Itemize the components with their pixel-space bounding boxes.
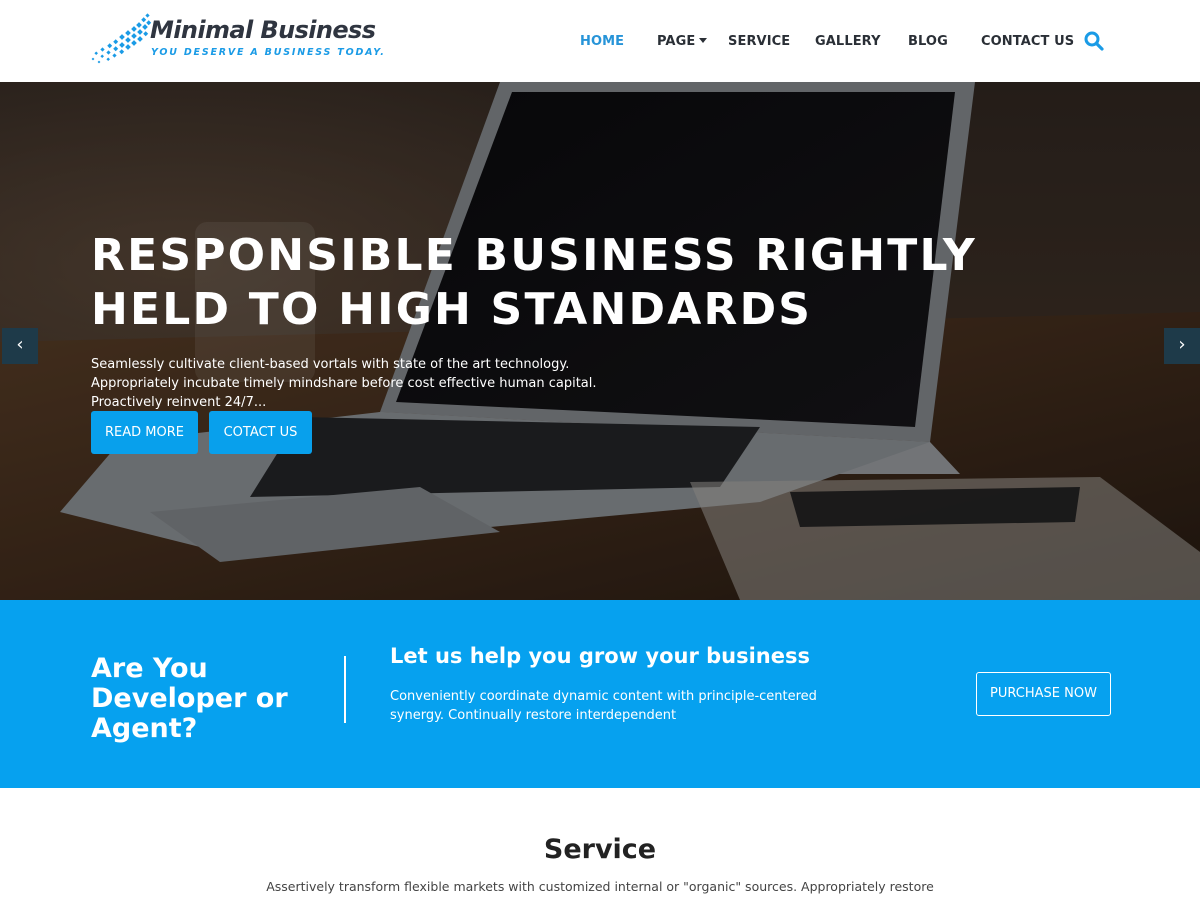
chevron-right-icon: › (1178, 334, 1186, 355)
logo-mark-icon (91, 13, 152, 64)
cta-divider (344, 656, 346, 723)
hero-title: RESPONSIBLE BUSINESS RIGHTLY HELD TO HIG… (91, 230, 977, 335)
cta-subheading: Let us help you grow your business (390, 644, 810, 668)
purchase-now-button[interactable]: PURCHASE NOW (976, 672, 1111, 716)
service-section-description: Assertively transform flexible markets w… (266, 879, 934, 894)
cta-heading: Are You Developer or Agent? (91, 653, 288, 744)
service-section-title: Service (543, 834, 657, 865)
cta-description: Conveniently coordinate dynamic content … (390, 689, 817, 723)
site-logo[interactable]: Minimal Business YOU DESERVE A BUSINESS … (90, 12, 384, 68)
site-header: Minimal Business YOU DESERVE A BUSINESS … (0, 0, 1200, 82)
nav-contact-us[interactable]: CONTACT US (981, 34, 1074, 49)
cta-band: Are You Developer or Agent? Let us help … (0, 600, 1200, 788)
nav-gallery[interactable]: GALLERY (815, 34, 881, 49)
slider-next-button[interactable]: › (1164, 328, 1200, 364)
chevron-left-icon: ‹ (16, 334, 24, 355)
hero-slider: RESPONSIBLE BUSINESS RIGHTLY HELD TO HIG… (0, 82, 1200, 600)
hero-contact-button[interactable]: COTACT US (209, 411, 312, 454)
nav-home[interactable]: HOME (580, 34, 624, 49)
slider-prev-button[interactable]: ‹ (2, 328, 38, 364)
hero-description: Seamlessly cultivate client-based vortal… (91, 357, 597, 410)
read-more-button[interactable]: READ MORE (91, 411, 198, 454)
nav-page[interactable]: PAGE (657, 34, 695, 49)
chevron-down-icon[interactable] (699, 38, 707, 43)
logo-tagline: YOU DESERVE A BUSINESS TODAY. (151, 47, 386, 58)
search-icon[interactable] (1084, 31, 1104, 51)
nav-blog[interactable]: BLOG (908, 34, 948, 49)
logo-title: Minimal Business (150, 16, 376, 44)
nav-service[interactable]: SERVICE (728, 34, 790, 49)
hero-background-image (0, 82, 1200, 600)
